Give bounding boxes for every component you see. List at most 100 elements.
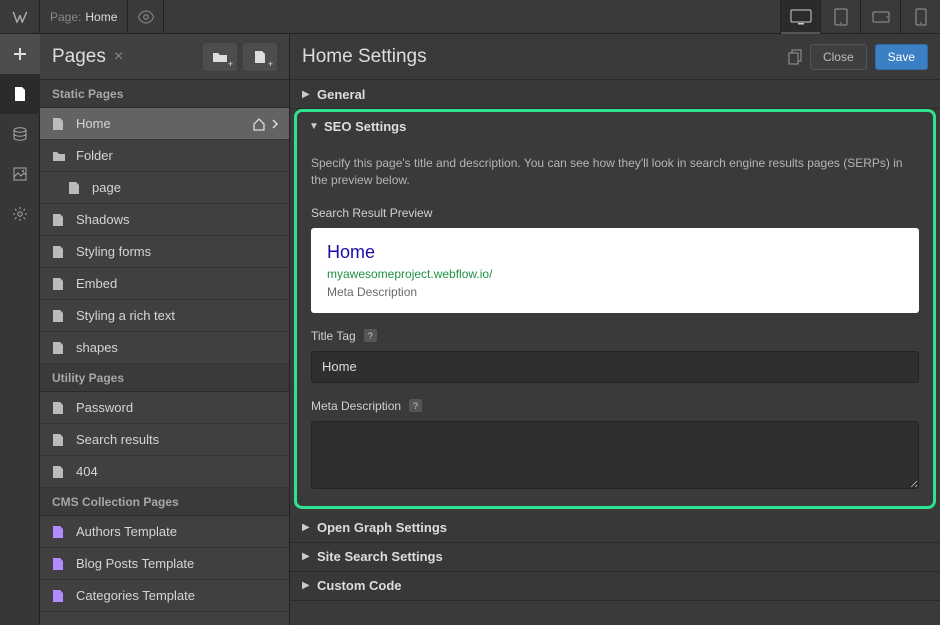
close-panel-icon[interactable]: × [114,48,123,66]
settings-panel-header: Home Settings Close Save [290,34,940,80]
accordion-site-search[interactable]: ▶ Site Search Settings [290,543,940,572]
serp-title: Home [327,242,903,263]
page-label-prefix: Page: [50,10,81,24]
left-tool-rail [0,34,40,625]
page-row-label: Shadows [76,212,129,227]
settings-panel: Home Settings Close Save ▶ General ▼ SEO… [290,34,940,625]
utility-pages-section-header: Utility Pages [40,364,289,392]
seo-description-text: Specify this page's title and descriptio… [311,155,919,190]
page-icon [52,117,66,131]
save-button[interactable]: Save [875,44,928,70]
serp-url: myawesomeproject.webflow.io/ [327,267,903,281]
static-pages-section-header: Static Pages [40,80,289,108]
page-icon [68,181,82,195]
page-row[interactable]: Authors Template [40,516,289,548]
accordion-label: SEO Settings [324,119,406,134]
page-row[interactable]: Password [40,392,289,424]
page-row-label: 404 [76,464,98,479]
page-row-label: Blog Posts Template [76,556,194,571]
folder-icon [52,150,66,162]
chevron-right-icon[interactable] [272,119,279,129]
page-row[interactable]: Folder [40,140,289,172]
page-row-label: Home [76,116,111,131]
close-button[interactable]: Close [810,44,867,70]
caret-down-icon: ▼ [309,121,318,132]
duplicate-icon[interactable] [788,49,802,65]
page-row[interactable]: Blog Posts Template [40,548,289,580]
page-row-label: page [92,180,121,195]
tablet-device-icon[interactable] [820,0,860,34]
mobile-landscape-device-icon[interactable] [860,0,900,34]
accordion-open-graph[interactable]: ▶ Open Graph Settings [290,514,940,543]
device-switcher [780,0,940,34]
search-preview-label: Search Result Preview [311,206,919,220]
current-page-indicator[interactable]: Page: Home [40,0,128,34]
page-row[interactable]: Categories Template [40,580,289,612]
new-folder-button[interactable]: + [203,43,237,71]
page-row[interactable]: page [40,172,289,204]
page-row[interactable]: Shadows [40,204,289,236]
page-row[interactable]: shapes [40,332,289,364]
add-element-icon[interactable] [0,34,40,74]
accordion-label: General [317,87,365,102]
pages-panel-icon[interactable] [0,74,40,114]
caret-right-icon: ▶ [302,89,311,100]
page-row-label: Embed [76,276,117,291]
help-icon[interactable]: ? [409,399,422,412]
page-icon [52,433,66,447]
title-tag-label: Title Tag ? [311,329,919,343]
preview-toggle-icon[interactable] [128,0,164,34]
page-row[interactable]: Styling a rich text [40,300,289,332]
new-page-button[interactable]: + [243,43,277,71]
accordion-custom-code[interactable]: ▶ Custom Code [290,572,940,601]
page-row-label: Password [76,400,133,415]
accordion-label: Site Search Settings [317,549,443,564]
help-icon[interactable]: ? [364,329,377,342]
caret-right-icon: ▶ [302,551,311,562]
page-icon [52,401,66,415]
accordion-label: Open Graph Settings [317,520,447,535]
seo-settings-section: ▼ SEO Settings Specify this page's title… [294,109,936,509]
settings-panel-title: Home Settings [302,46,427,68]
page-row-label: Styling forms [76,244,151,259]
accordion-general[interactable]: ▶ General [290,80,940,109]
webflow-logo-icon[interactable] [0,0,40,34]
pages-panel-title: Pages [52,46,106,68]
page-icon [52,245,66,259]
cms-panel-icon[interactable] [0,114,40,154]
page-row[interactable]: 404 [40,456,289,488]
meta-description-input[interactable] [311,421,919,489]
page-row-label: Folder [76,148,113,163]
title-tag-input[interactable] [311,351,919,383]
caret-right-icon: ▶ [302,580,311,591]
desktop-device-icon[interactable] [780,0,820,34]
page-icon [52,309,66,323]
page-row-label: Categories Template [76,588,195,603]
page-icon [52,525,66,539]
page-icon [52,465,66,479]
settings-panel-icon[interactable] [0,194,40,234]
page-row-label: Authors Template [76,524,177,539]
pages-panel-header: Pages × + + [40,34,289,80]
page-row-label: Search results [76,432,159,447]
page-row-actions [252,117,279,131]
topbar: Page: Home [0,0,940,34]
meta-description-label: Meta Description ? [311,399,919,413]
accordion-seo[interactable]: ▼ SEO Settings [297,112,933,141]
page-label-value: Home [85,10,117,24]
accordion-label: Custom Code [317,578,402,593]
page-row[interactable]: Search results [40,424,289,456]
mobile-portrait-device-icon[interactable] [900,0,940,34]
page-row[interactable]: Embed [40,268,289,300]
home-icon [252,117,266,131]
page-icon [52,557,66,571]
page-icon [52,341,66,355]
assets-panel-icon[interactable] [0,154,40,194]
page-row[interactable]: Styling forms [40,236,289,268]
page-icon [52,277,66,291]
pages-panel: Pages × + + Static Pages Home Folder page S… [40,34,290,625]
cms-pages-section-header: CMS Collection Pages [40,488,289,516]
page-row-label: shapes [76,340,118,355]
caret-right-icon: ▶ [302,522,311,533]
page-row[interactable]: Home [40,108,289,140]
